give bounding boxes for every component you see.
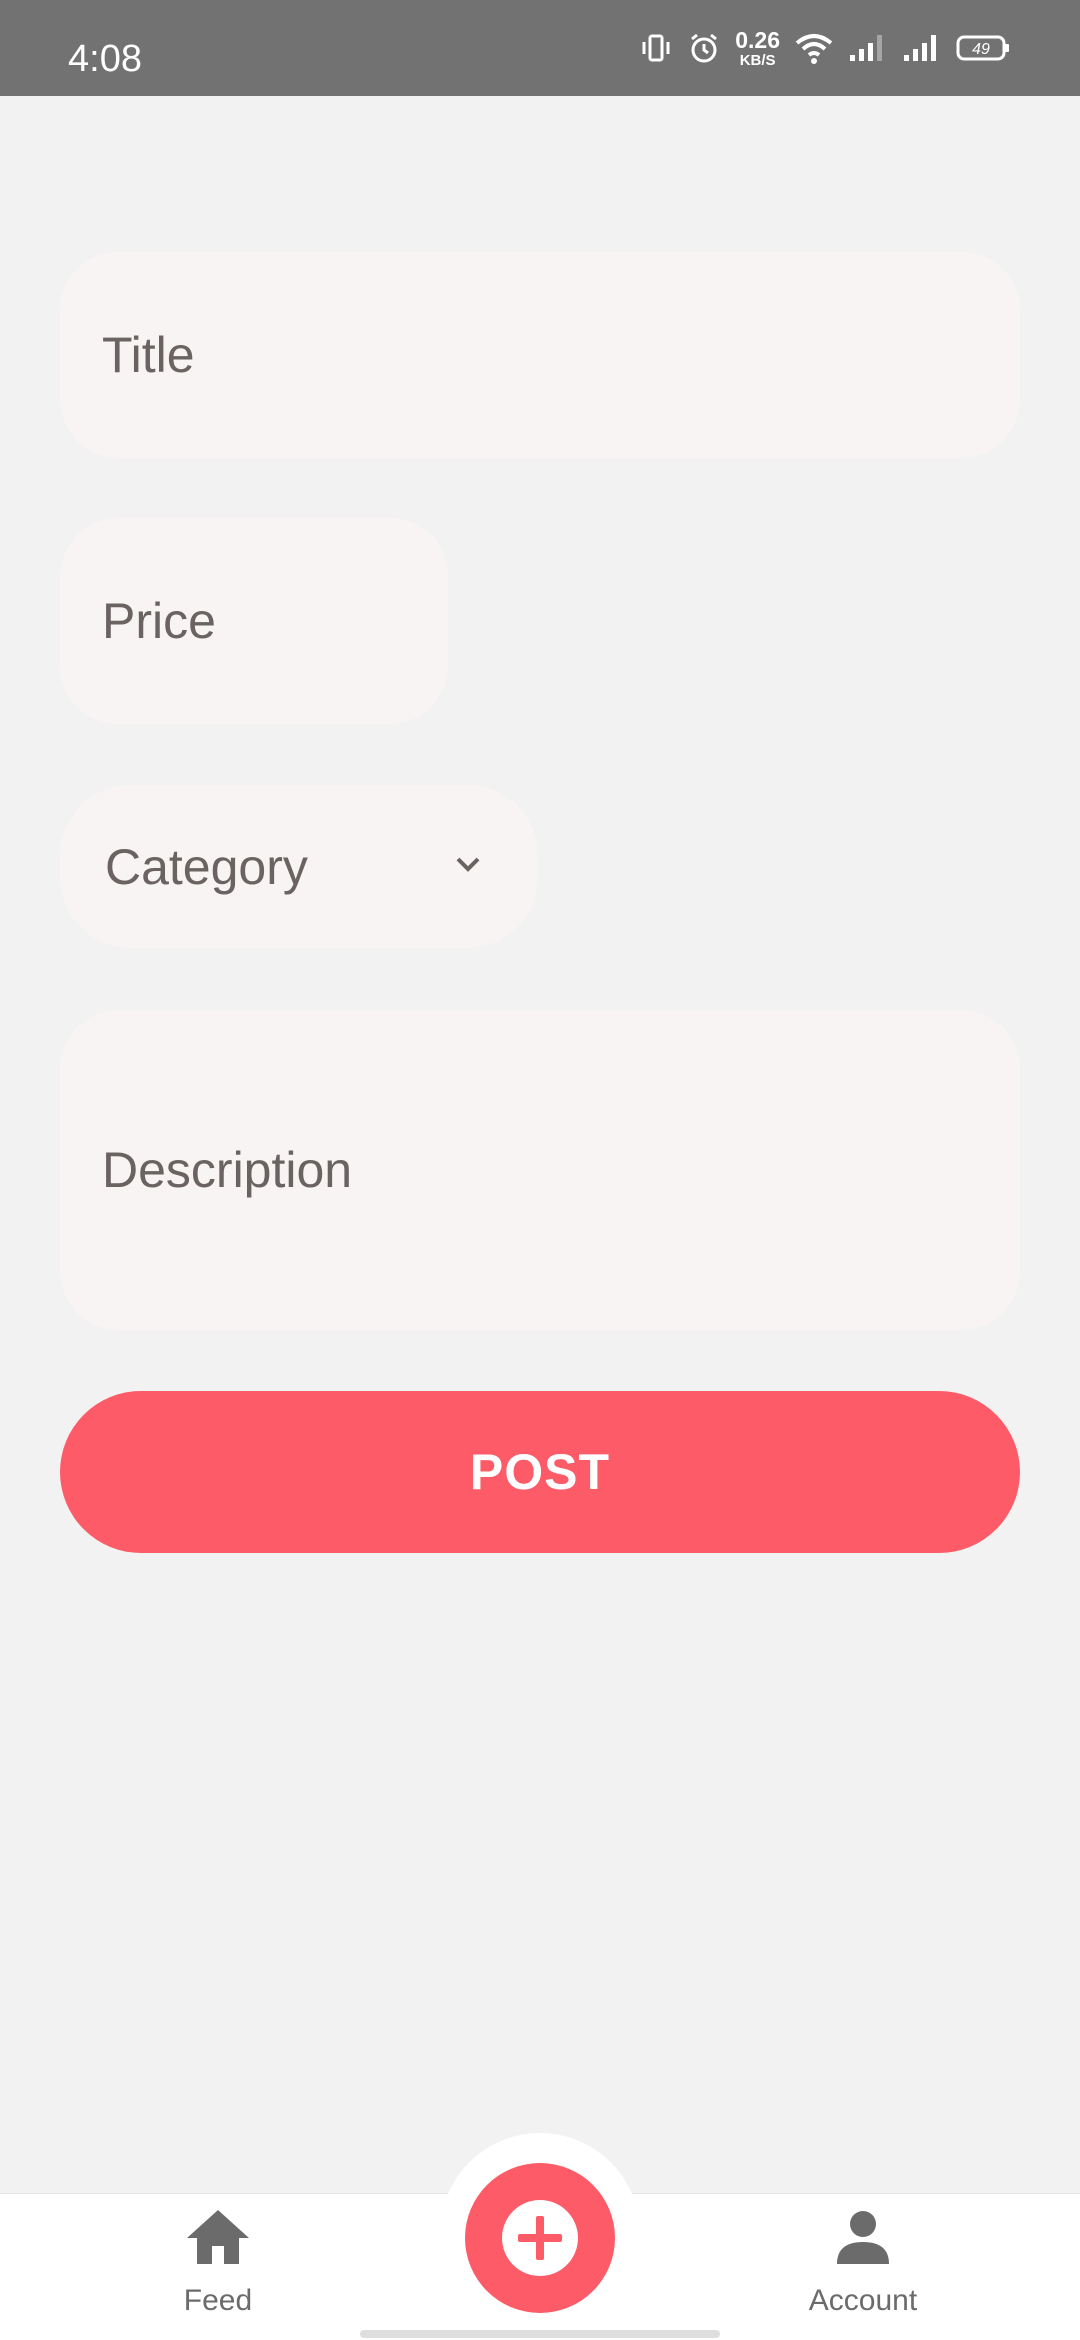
home-icon <box>187 2210 249 2264</box>
network-speed-unit: KB/S <box>739 51 776 69</box>
nav-account-label: Account <box>808 2284 918 2317</box>
home-indicator <box>360 2330 720 2338</box>
post-button[interactable]: POST <box>60 1391 1020 1553</box>
plus-icon <box>502 2200 578 2276</box>
alarm-icon <box>691 33 718 63</box>
status-bar: 4:08 0.26 KB/S 49 <box>0 0 1080 96</box>
wifi-icon <box>795 34 833 64</box>
nav-feed-label: Feed <box>183 2284 253 2317</box>
network-speed-value: 0.26 <box>735 26 780 53</box>
description-placeholder: Description <box>102 1142 353 1198</box>
category-label: Category <box>105 838 308 895</box>
vibrate-icon <box>642 34 670 62</box>
nav-item-account[interactable]: Account <box>763 2208 963 2338</box>
title-input[interactable]: Title <box>60 252 1020 458</box>
signal-icon <box>850 35 882 61</box>
description-input[interactable]: Description <box>60 1010 1020 1330</box>
add-post-button[interactable] <box>465 2163 615 2313</box>
signal-icon <box>904 35 936 61</box>
title-placeholder: Title <box>102 327 195 383</box>
nav-item-feed[interactable]: Feed <box>118 2208 318 2338</box>
price-placeholder: Price <box>102 593 216 649</box>
battery-icon: 49 <box>956 35 1009 61</box>
chevron-down-icon <box>456 857 480 872</box>
network-speed: 0.26 KB/S <box>735 26 780 69</box>
category-dropdown[interactable]: Category <box>60 785 538 948</box>
status-icons: 0.26 KB/S 49 <box>639 0 1012 96</box>
price-input[interactable]: Price <box>60 518 448 724</box>
status-time: 4:08 <box>68 38 142 80</box>
person-icon <box>837 2211 889 2264</box>
battery-level: 49 <box>972 41 990 58</box>
